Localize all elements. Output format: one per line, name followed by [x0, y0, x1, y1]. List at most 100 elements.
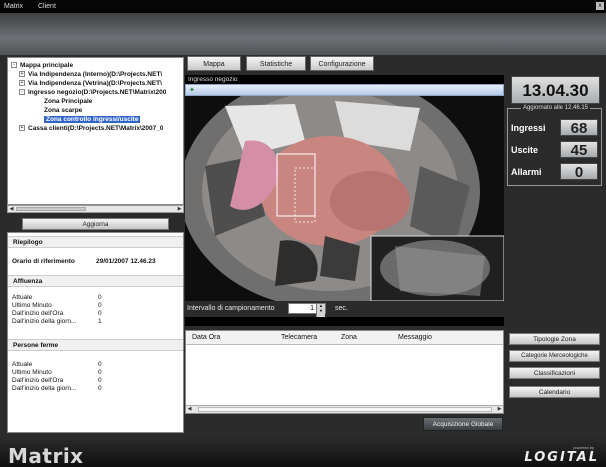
camera-view[interactable]: [185, 96, 504, 301]
exits-counter: 45: [560, 141, 598, 159]
scroll-left-icon[interactable]: ◀: [186, 406, 193, 413]
reference-time-label: Orario di riferimento: [12, 258, 75, 265]
tree-item-label: Ingresso negozio(D:\Projects.NET\Matrix\…: [28, 89, 167, 96]
row-label: Attuale: [12, 294, 33, 301]
collapse-icon[interactable]: -: [11, 62, 17, 69]
sampling-value: 1: [310, 305, 314, 312]
zone-types-button[interactable]: Tipologie Zona: [509, 333, 600, 345]
expand-icon[interactable]: +: [19, 80, 25, 87]
summary-panel: Riepilogo Orario di riferimento 29/01/20…: [7, 232, 184, 433]
tree-item-label: Mappa principale: [20, 62, 74, 69]
tree-horizontal-scrollbar[interactable]: ◀ ▶: [7, 205, 184, 213]
affluence-row: Attuale 0: [12, 294, 102, 302]
row-label: Ultimo Minuto: [12, 369, 52, 376]
row-value: 0: [98, 385, 102, 392]
column-header[interactable]: Telecamera: [281, 334, 317, 341]
row-value: 0: [98, 302, 102, 309]
scroll-thumb[interactable]: [16, 207, 86, 211]
entries-label: Ingressi: [511, 123, 546, 133]
affluence-title: Affluenza: [8, 275, 183, 287]
alarms-counter: 0: [560, 163, 598, 181]
global-acquisition-button[interactable]: Acquisizione Globale: [423, 417, 503, 431]
tree-item-cassa[interactable]: + Cassa clienti(D:\Projects.NET\Matrix\20…: [19, 124, 163, 133]
row-value: 1: [98, 318, 102, 325]
reference-time: Orario di riferimento 29/01/2007 12.46.2…: [12, 258, 156, 266]
client-title: Client: [38, 3, 56, 10]
row-label: Dall'inizio dell'Ora: [12, 377, 64, 384]
footer: Matrix powered by LOGITAL: [0, 438, 606, 467]
expand-icon[interactable]: +: [19, 71, 25, 78]
sampling-unit: sec.: [335, 305, 348, 312]
row-value: 0: [98, 361, 102, 368]
row-label: Dall'inizio dell'Ora: [12, 310, 64, 317]
updated-text: Aggiornato alle 12.46.15: [520, 105, 591, 111]
camera-title: Ingresso negozio: [185, 75, 504, 84]
app-window: Matrix Client x - Mappa principale + Via I…: [0, 0, 606, 467]
app-title: Matrix: [4, 3, 24, 10]
map-tree: - Mappa principale + Via Indipendenza (Int…: [7, 57, 184, 205]
logital-logo: LOGITAL: [524, 450, 599, 465]
tree-item-ingresso[interactable]: - Ingresso negozio(D:\Projects.NET\Matrix…: [19, 88, 166, 97]
scroll-right-icon[interactable]: ▶: [496, 406, 503, 413]
title-bar: Matrix Client x: [0, 0, 606, 13]
tree-item-zona-controllo[interactable]: Zona controllo ingressi/uscite: [44, 115, 141, 124]
tree-item-root[interactable]: - Mappa principale: [11, 61, 73, 70]
update-button[interactable]: Aggiorna: [22, 218, 169, 230]
column-header[interactable]: Data Ora: [192, 334, 220, 341]
affluence-row: Ultimo Minuto 0: [12, 302, 102, 310]
stopped-row: Dall'inizio della giorn... 0: [12, 385, 102, 393]
divider-bar: [185, 317, 504, 326]
sampling-interval-input[interactable]: 1 ▲ ▼: [288, 303, 326, 318]
rankings-button[interactable]: Classificazioni: [509, 367, 600, 379]
stopped-row: Attuale 0: [12, 361, 102, 369]
camera-toolbar: ✦: [185, 84, 504, 96]
sampling-bar: Intervallo di campionamento 1 ▲ ▼ sec.: [185, 301, 504, 318]
tab-mappa[interactable]: Mappa: [187, 56, 241, 71]
tree-item-label: Via Indipendenza (Vetrina)(D:\Projects.N…: [28, 80, 162, 87]
row-label: Dall'inizio della giorn...: [12, 385, 77, 392]
affluence-row: Dall'inizio della giorn... 1: [12, 318, 102, 326]
row-label: Ultimo Minuto: [12, 302, 52, 309]
table-header: Data Ora Telecamera Zona Messaggio: [186, 331, 503, 345]
scroll-left-icon[interactable]: ◀: [8, 206, 15, 212]
messages-table: Data Ora Telecamera Zona Messaggio ◀ ▶: [185, 330, 504, 414]
stopped-row: Dall'inizio dell'Ora 0: [12, 377, 102, 385]
row-value: 0: [98, 377, 102, 384]
reference-time-value: 29/01/2007 12.46.23: [96, 258, 156, 265]
scroll-thumb[interactable]: [198, 407, 492, 412]
row-value: 0: [98, 310, 102, 317]
affluence-row: Dall'inizio dell'Ora 0: [12, 310, 102, 318]
calendar-button[interactable]: Calendario: [509, 386, 600, 398]
tree-item-label: Cassa clienti(D:\Projects.NET\Matrix\200…: [28, 125, 164, 132]
tree-item-zona-principale[interactable]: Zona Principale: [44, 97, 92, 106]
fisheye-image: [185, 96, 504, 301]
tab-statistiche[interactable]: Statistiche: [246, 56, 306, 71]
row-value: 0: [98, 369, 102, 376]
alarms-label: Allarmi: [511, 167, 542, 177]
exits-label: Uscite: [511, 145, 539, 155]
tree-item-zona-scarpe[interactable]: Zona scarpe: [44, 106, 82, 115]
column-header[interactable]: Zona: [341, 334, 357, 341]
close-icon[interactable]: x: [596, 2, 604, 10]
product-categories-button[interactable]: Categorie Merceologiche: [509, 350, 600, 362]
updated-label: Aggiornato alle 12.46.15: [508, 105, 603, 111]
tree-item-via-vetrina[interactable]: + Via Indipendenza (Vetrina)(D:\Projects.…: [19, 79, 162, 88]
scroll-right-icon[interactable]: ▶: [176, 206, 183, 212]
camera-settings-icon[interactable]: ✦: [189, 87, 197, 94]
tree-item-label: Via Indipendenza (Interno)(D:\Projects.N…: [28, 71, 163, 78]
tree-item-via-interno[interactable]: + Via Indipendenza (Interno)(D:\Projects.…: [19, 70, 162, 79]
expand-icon[interactable]: +: [19, 125, 25, 132]
summary-title: Riepilogo: [8, 236, 183, 248]
clock-display: 13.04.30: [511, 76, 600, 104]
table-horizontal-scrollbar[interactable]: ◀ ▶: [186, 405, 503, 413]
tree-item-label: Zona Principale: [44, 98, 93, 105]
tree-item-label: Zona scarpe: [44, 107, 83, 114]
collapse-icon[interactable]: -: [19, 89, 25, 96]
header-band: [0, 13, 606, 55]
stopped-title: Persone ferme: [8, 339, 183, 351]
entries-counter: 68: [560, 119, 598, 137]
tab-configurazione[interactable]: Configurazione: [310, 56, 374, 71]
column-header[interactable]: Messaggio: [398, 334, 432, 341]
counters-panel: Aggiornato alle 12.46.15 Ingressi 68 Usc…: [507, 105, 603, 186]
row-value: 0: [98, 294, 102, 301]
